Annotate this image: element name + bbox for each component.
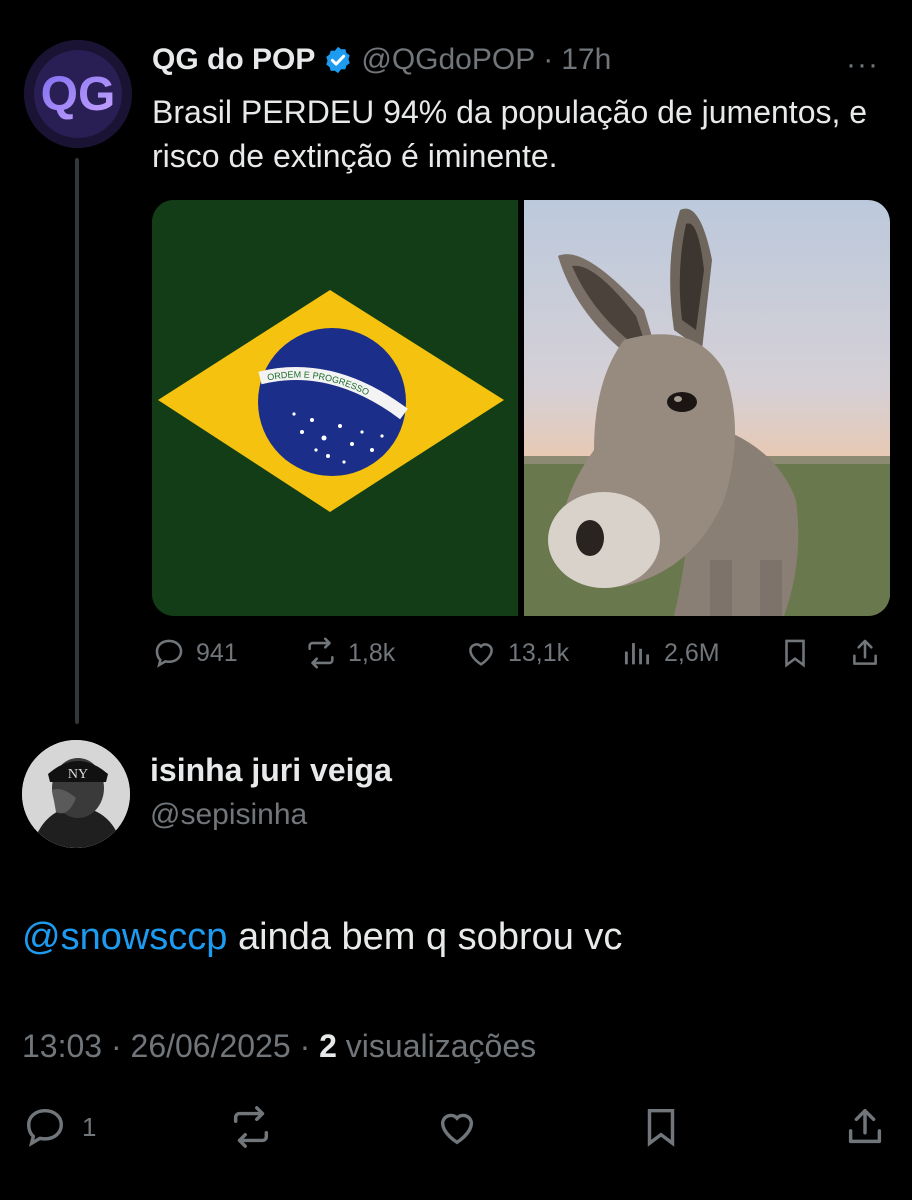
separator: ·: [299, 1028, 311, 1064]
like-button[interactable]: 13,1k: [464, 636, 569, 670]
reply-metadata: 13:03 · 26/06/2025 · 2 visualizações: [22, 1028, 536, 1065]
donkey-image[interactable]: [524, 200, 890, 616]
reply-reply-button[interactable]: 1: [22, 1104, 96, 1150]
repost-button[interactable]: 1,8k: [304, 636, 395, 670]
tweet-media[interactable]: ORDEM E PROGRESSO: [152, 200, 890, 616]
tweet-time[interactable]: 17h: [561, 43, 611, 77]
share-icon: [853, 639, 877, 665]
repost-count: 1,8k: [348, 638, 396, 667]
reply-share-button[interactable]: [842, 1104, 888, 1150]
reply-icon: [26, 1108, 64, 1147]
share-button[interactable]: [848, 636, 882, 670]
verified-badge-icon: [326, 46, 351, 74]
bookmark-icon: [647, 1108, 675, 1147]
user-photo-icon: NY: [22, 740, 130, 848]
bookmark-icon: [785, 639, 805, 668]
reply-bookmark-button[interactable]: [638, 1104, 684, 1150]
reply-views-label: visualizações: [345, 1028, 537, 1064]
reply-text: @snowsccp ainda bem q sobrou vc: [22, 916, 622, 959]
reply-display-name[interactable]: isinha juri veiga: [150, 752, 392, 789]
reply-time[interactable]: 13:03: [22, 1028, 102, 1064]
reply-handle[interactable]: @sepisinha: [150, 798, 307, 832]
reply-avatar[interactable]: NY: [22, 740, 130, 848]
tweet-text: Brasil PERDEU 94% da população de jument…: [152, 94, 868, 174]
share-icon: [848, 1108, 882, 1144]
views-count: 2,6M: [664, 638, 720, 667]
qg-logo-icon: QG: [24, 40, 132, 148]
heart-icon: [440, 1113, 474, 1145]
heart-icon: [469, 643, 493, 666]
tweet-display-name[interactable]: QG do POP: [152, 43, 315, 77]
more-options-icon[interactable]: ···: [846, 48, 879, 82]
separator: ·: [543, 43, 554, 76]
tweet-header: QG do POP @QGdoPOP · 17h: [152, 40, 611, 80]
reply-repost-button[interactable]: [228, 1104, 274, 1150]
reply-actions: 1: [0, 1104, 912, 1160]
mention-link[interactable]: @snowsccp: [22, 916, 227, 958]
tweet-actions: 941 1,8k 13,1k 2,6M: [152, 636, 890, 680]
tweet-handle[interactable]: @QGdoPOP: [361, 43, 535, 77]
reply-views-count: 2: [319, 1028, 337, 1064]
reply-reply-count: 1: [82, 1111, 97, 1142]
reply-icon: [155, 639, 183, 668]
views-button[interactable]: 2,6M: [620, 636, 720, 670]
brazil-flag-image[interactable]: ORDEM E PROGRESSO: [152, 200, 518, 616]
separator: ·: [110, 1028, 122, 1064]
repost-icon: [308, 637, 334, 669]
svg-text:NY: NY: [68, 767, 88, 782]
avatar-text: QG: [41, 68, 116, 121]
reply-date[interactable]: 26/06/2025: [131, 1028, 291, 1064]
thread-line: [75, 158, 79, 724]
views-chart-icon: [624, 643, 650, 665]
qg-avatar[interactable]: QG: [24, 40, 132, 148]
bookmark-button[interactable]: [778, 636, 812, 670]
reply-like-button[interactable]: [434, 1104, 480, 1150]
like-count: 13,1k: [508, 638, 570, 667]
repost-icon: [233, 1106, 269, 1148]
reply-count: 941: [196, 638, 238, 667]
reply-button[interactable]: 941: [152, 636, 238, 670]
reply-body: ainda bem q sobrou vc: [227, 916, 623, 958]
